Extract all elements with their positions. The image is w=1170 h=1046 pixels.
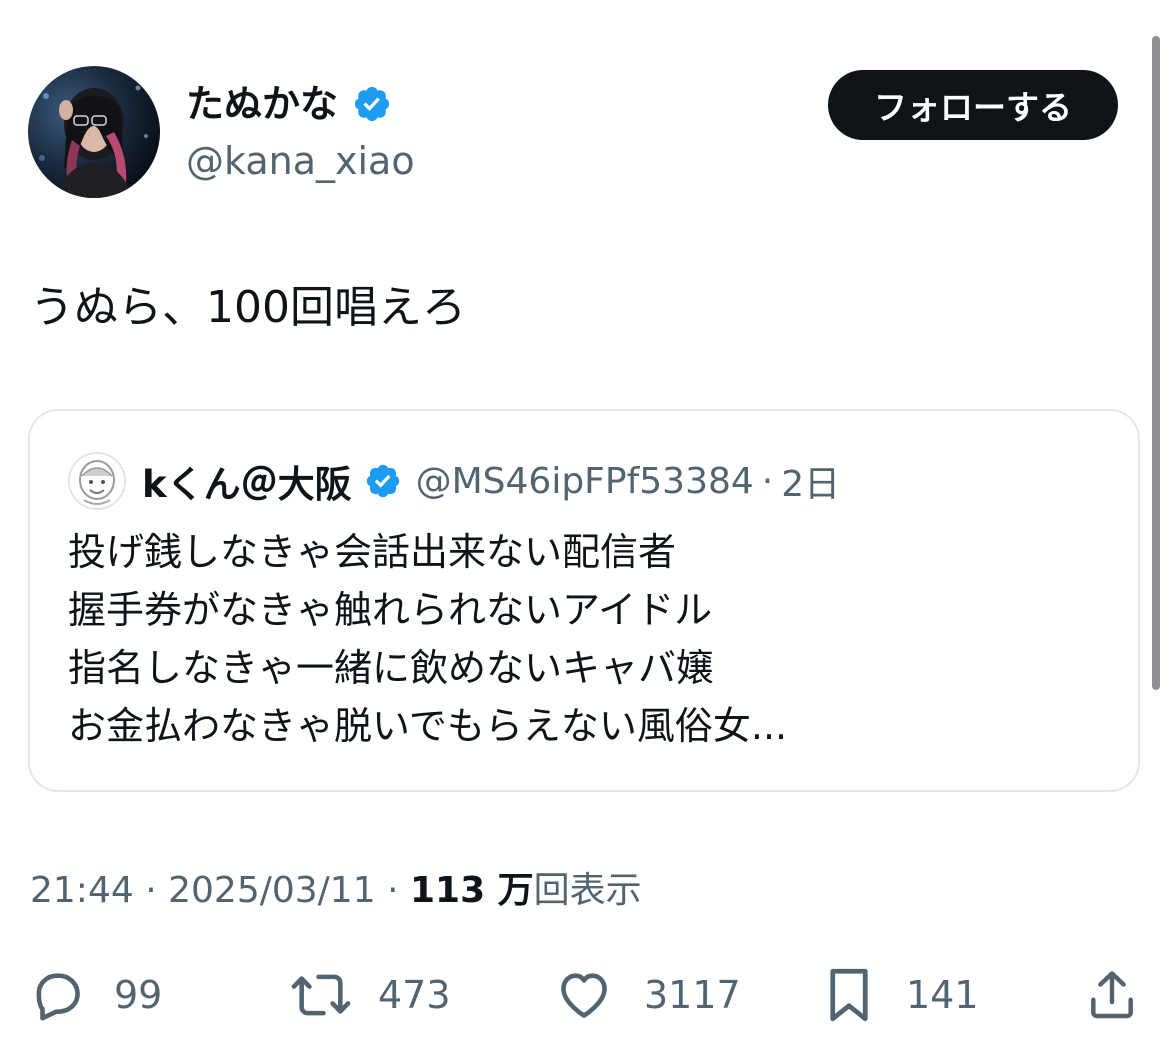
reply-icon [36, 973, 80, 1021]
meta-separator: · [387, 870, 399, 911]
views-label: 回表示 [533, 870, 642, 911]
like-button[interactable]: 3117 [554, 962, 741, 1028]
quoted-tweet-text: 投げ銭しなきゃ会話出来ない配信者 握手券がなきゃ触れられないアイドル 指名しなき… [68, 523, 787, 755]
author-display-name[interactable]: たぬかな [186, 78, 338, 130]
tweet-meta: 21:44 · 2025/03/11 · 113 万回表示 [30, 864, 642, 918]
scrollbar[interactable] [1152, 36, 1160, 690]
quoted-author-avatar[interactable] [68, 452, 126, 510]
share-icon [1091, 971, 1133, 1019]
quoted-text-line: 指名しなきゃ一緒に飲めないキャバ嬢 [68, 646, 715, 690]
tweet-text: うぬら、100回唱えろ [30, 282, 466, 333]
retweet-count: 473 [378, 973, 451, 1017]
reply-count: 99 [114, 973, 163, 1017]
quoted-text-line: 握手券がなきゃ触れられないアイドル [68, 588, 713, 632]
quoted-tweet-header: kくん＠大阪 @MS46ipFPf53384 · 2日 [68, 452, 840, 510]
tweet-time[interactable]: 21:44 [30, 870, 134, 911]
quoted-avatar-drawing [70, 454, 124, 508]
quoted-timestamp[interactable]: 2日 [781, 455, 840, 507]
reply-button[interactable]: 99 [28, 962, 162, 1028]
bookmark-icon [830, 968, 868, 1022]
meta-separator: · [145, 870, 157, 911]
bookmark-count: 141 [906, 973, 979, 1017]
quoted-separator: · [761, 460, 774, 502]
author-handle[interactable]: @kana_xiao [186, 136, 415, 186]
tweet-date[interactable]: 2025/03/11 [168, 870, 376, 911]
quoted-text-line: 投げ銭しなきゃ会話出来ない配信者 [68, 530, 677, 574]
author-avatar[interactable] [28, 66, 160, 198]
avatar-photo [28, 66, 160, 198]
quoted-tweet-card[interactable]: kくん＠大阪 @MS46ipFPf53384 · 2日 投げ銭しなきゃ会話出来な… [28, 409, 1140, 792]
quoted-text-line: お金払わなきゃ脱いでもらえない風俗女... [68, 704, 788, 748]
quoted-display-name[interactable]: kくん＠大阪 [142, 454, 352, 508]
retweet-button[interactable]: 473 [288, 962, 451, 1028]
retweet-icon [291, 974, 351, 1016]
views-count: 113 万 [409, 870, 534, 911]
author-name-row[interactable]: たぬかな [186, 78, 392, 130]
tweet-page: たぬかな @kana_xiao フォローする うぬら、100回唱えろ kくん＠大… [0, 0, 1170, 1046]
verified-badge-icon [354, 86, 390, 122]
quoted-verified-badge-icon [366, 464, 399, 498]
like-count: 3117 [644, 973, 741, 1017]
action-bar: 99 473 3117 141 [0, 962, 1170, 1028]
share-button[interactable] [1084, 962, 1140, 1028]
heart-icon [561, 973, 607, 1018]
follow-button[interactable]: フォローする [828, 70, 1118, 140]
bookmark-button[interactable]: 141 [822, 962, 979, 1028]
quoted-handle[interactable]: @MS46ipFPf53384 [416, 461, 754, 502]
